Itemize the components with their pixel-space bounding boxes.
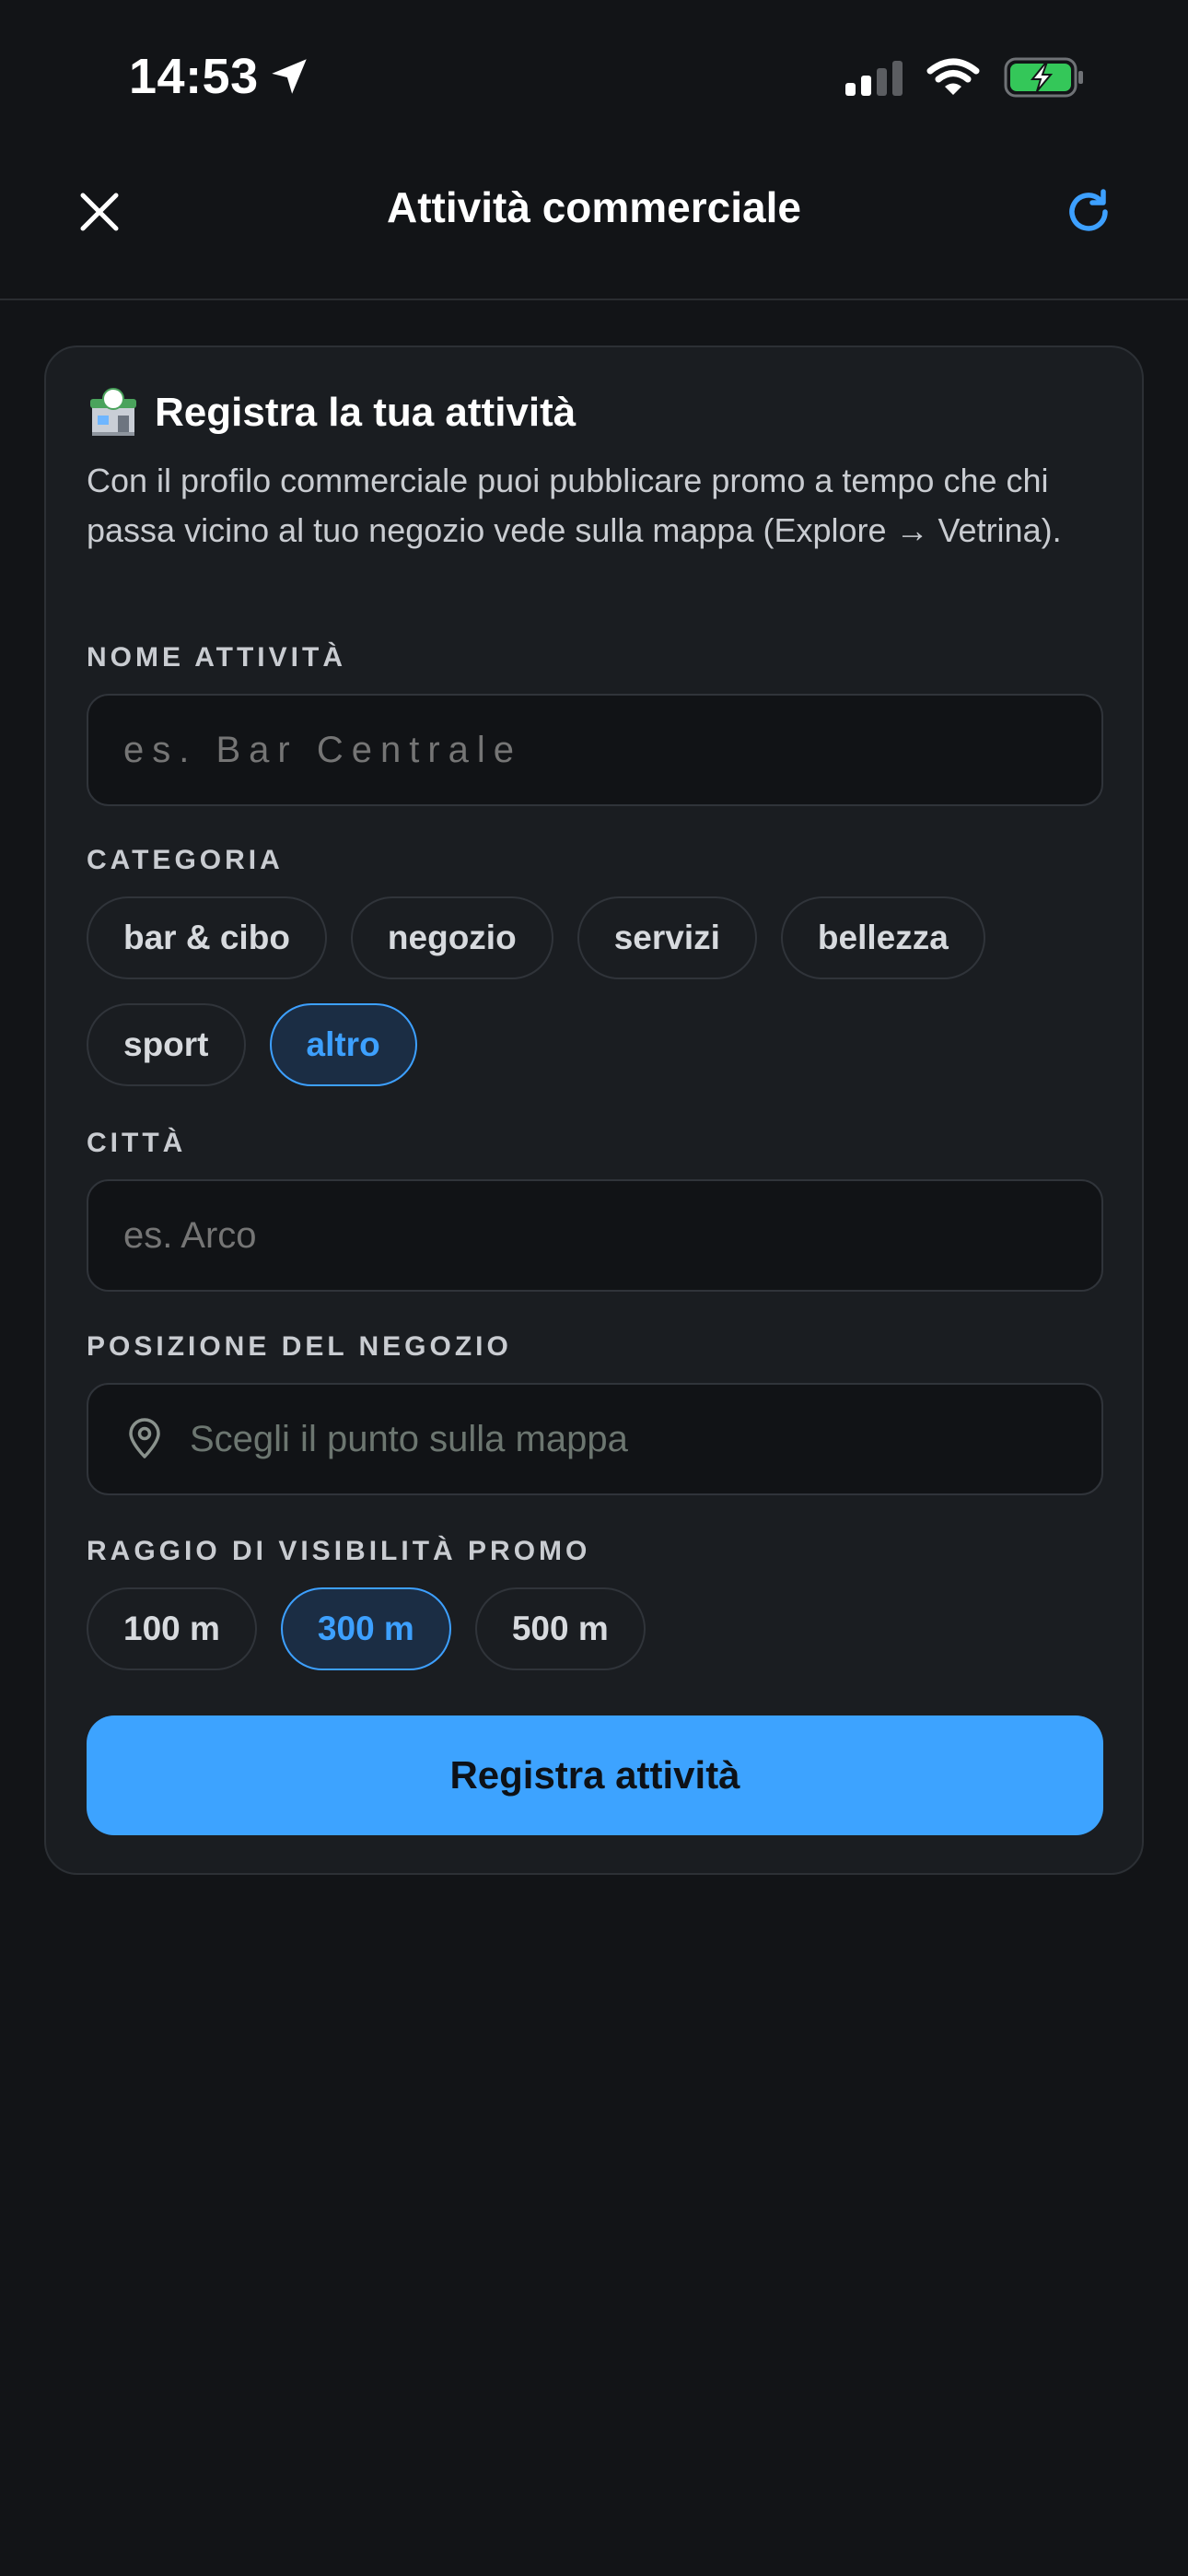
nav-header: Attività commerciale [0, 157, 1188, 300]
radius-chip-100m[interactable]: 100 m [87, 1587, 257, 1670]
cellular-signal-icon [845, 59, 903, 96]
category-chips-row-1: bar & cibo negozio servizi bellezza [87, 896, 985, 979]
card-description: Con il profilo commerciale puoi pubblica… [87, 462, 1062, 549]
battery-charging-icon [1004, 57, 1083, 98]
status-bar: 14:53 [0, 0, 1188, 157]
category-chip-negozio[interactable]: negozio [350, 896, 553, 979]
category-chip-servizi[interactable]: servizi [577, 896, 757, 979]
business-registration-card: Registra la tua attività Con il profilo … [44, 345, 1144, 1875]
screen: 14:53 Attività commerciale Registra la t… [0, 0, 1188, 2576]
page-title: Attività commerciale [387, 183, 801, 231]
promo-radius-label: RAGGIO DI VISIBILITÀ PROMO [87, 1536, 591, 1566]
refresh-icon[interactable] [1063, 186, 1114, 238]
category-label: CATEGORIA [87, 845, 284, 875]
radius-chip-500m[interactable]: 500 m [474, 1587, 646, 1670]
status-time-group: 14:53 [129, 48, 312, 105]
shop-location-label: POSIZIONE DEL NEGOZIO [87, 1331, 512, 1362]
city-input[interactable] [87, 1179, 1103, 1292]
location-arrow-icon [271, 59, 307, 94]
card-header: Registra la tua attività [87, 386, 576, 439]
category-chips-row-2: sport altro [87, 1003, 417, 1086]
shop-location-placeholder: Scegli il punto sulla mappa [190, 1418, 628, 1459]
map-pin-icon [129, 1418, 160, 1458]
category-chip-sport[interactable]: sport [87, 1003, 246, 1086]
promo-radius-chips: 100 m 300 m 500 m [87, 1587, 646, 1670]
register-business-button[interactable]: Registra attività [87, 1715, 1103, 1835]
status-indicators [845, 57, 1085, 98]
card-title: Registra la tua attività [155, 390, 577, 435]
shop-location-picker[interactable]: Scegli il punto sulla mappa [87, 1383, 1103, 1495]
status-time: 14:53 [129, 49, 259, 104]
business-name-input[interactable] [87, 694, 1103, 806]
city-label: CITTÀ [87, 1128, 187, 1158]
wifi-icon [926, 58, 980, 95]
category-chip-bar-cibo[interactable]: bar & cibo [87, 896, 327, 979]
convenience-store-icon [90, 388, 136, 436]
category-chip-bellezza[interactable]: bellezza [780, 896, 985, 979]
radius-chip-300m[interactable]: 300 m [280, 1587, 451, 1670]
category-chip-altro[interactable]: altro [269, 1003, 417, 1086]
business-name-label: NOME ATTIVITÀ [87, 642, 346, 673]
